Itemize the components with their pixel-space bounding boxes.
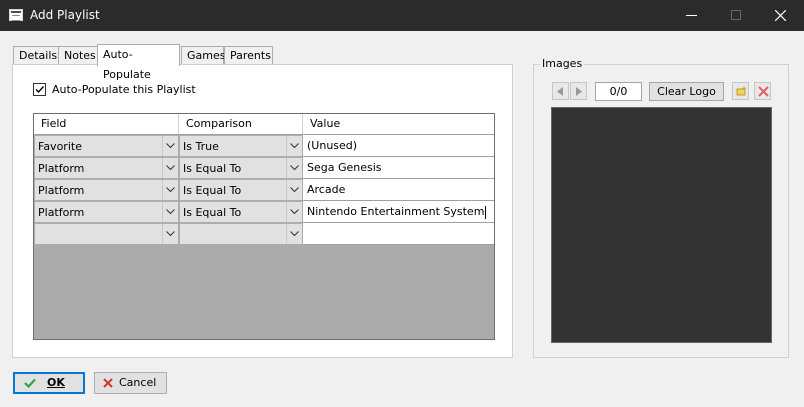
field-value: Favorite	[38, 140, 82, 153]
field-combo[interactable]: Favorite	[34, 135, 179, 157]
dropdown-button[interactable]	[286, 136, 302, 156]
delete-image-icon	[758, 86, 769, 97]
field-value: Platform	[38, 162, 85, 175]
dropdown-button[interactable]	[162, 202, 178, 222]
dropdown-button[interactable]	[286, 202, 302, 222]
tab-label: Auto-Populate	[103, 48, 151, 81]
add-image-button[interactable]	[732, 82, 749, 100]
column-header-value[interactable]: Value	[303, 114, 494, 134]
chevron-down-icon	[290, 231, 299, 237]
comparison-combo[interactable]: Is Equal To	[179, 201, 303, 223]
comparison-value: Is Equal To	[183, 184, 242, 197]
close-button[interactable]	[758, 0, 804, 31]
ok-button-label: OK	[47, 376, 65, 389]
checkmark-icon	[35, 86, 45, 94]
maximize-button[interactable]	[713, 0, 759, 31]
field-combo[interactable]: Platform	[34, 179, 179, 201]
dropdown-button[interactable]	[286, 158, 302, 178]
column-header-field[interactable]: Field	[34, 114, 179, 134]
tab-label: Games	[187, 49, 226, 62]
auto-populate-checkbox-label: Auto-Populate this Playlist	[52, 83, 196, 96]
cancel-x-icon	[103, 378, 113, 388]
image-preview	[551, 107, 772, 343]
dropdown-button[interactable]	[162, 180, 178, 200]
field-combo[interactable]: Platform	[34, 201, 179, 223]
comparison-value: Is Equal To	[183, 162, 242, 175]
tab-parents[interactable]: Parents	[224, 46, 273, 65]
chevron-down-icon	[166, 165, 175, 171]
tab-auto-populate[interactable]: Auto-Populate	[97, 44, 180, 81]
grid-row-new	[34, 223, 494, 245]
title-bar: Add Playlist	[0, 0, 804, 31]
grid-row: Platform Is Equal To Sega Genesis	[34, 157, 494, 179]
previous-image-button[interactable]	[552, 82, 569, 100]
value-cell[interactable]	[303, 223, 494, 245]
image-counter: 0/0	[595, 82, 642, 101]
comparison-value: Is Equal To	[183, 206, 242, 219]
minimize-icon	[686, 15, 697, 16]
grid-row: Platform Is Equal To Arcade	[34, 179, 494, 201]
value-edit-text: Nintendo Entertainment System	[307, 205, 485, 218]
field-combo[interactable]: Platform	[34, 157, 179, 179]
chevron-down-icon	[290, 143, 299, 149]
value-edit-cell[interactable]: Nintendo Entertainment System	[303, 201, 494, 223]
close-icon	[775, 10, 786, 21]
chevron-down-icon	[166, 209, 175, 215]
window-icon	[9, 9, 23, 21]
value-cell[interactable]: (Unused)	[303, 135, 494, 157]
maximize-icon	[731, 10, 741, 20]
chevron-down-icon	[290, 209, 299, 215]
grid-header: Field Comparison Value	[34, 114, 494, 135]
arrow-right-icon	[576, 87, 582, 96]
images-group-label: Images	[540, 57, 585, 70]
field-value: Platform	[38, 206, 85, 219]
chevron-down-icon	[290, 165, 299, 171]
chevron-down-icon	[166, 187, 175, 193]
dropdown-button[interactable]	[286, 224, 302, 244]
tab-label: Notes	[64, 49, 96, 62]
value-cell[interactable]: Sega Genesis	[303, 157, 494, 179]
criteria-grid[interactable]: Field Comparison Value Favorite Is True …	[33, 113, 495, 340]
dropdown-button[interactable]	[162, 158, 178, 178]
cancel-button-label: Cancel	[119, 376, 157, 389]
cancel-button[interactable]: Cancel	[94, 372, 167, 394]
comparison-combo[interactable]	[179, 223, 303, 245]
column-header-comparison[interactable]: Comparison	[179, 114, 303, 134]
delete-image-button[interactable]	[754, 82, 771, 100]
checkmark-icon	[24, 378, 36, 388]
comparison-combo[interactable]: Is Equal To	[179, 179, 303, 201]
tab-label: Details	[19, 49, 58, 62]
clear-logo-button[interactable]: Clear Logo	[649, 82, 724, 101]
minimize-button[interactable]	[669, 0, 715, 31]
next-image-button[interactable]	[570, 82, 587, 100]
field-combo[interactable]	[34, 223, 179, 245]
grid-row: Favorite Is True (Unused)	[34, 135, 494, 157]
dropdown-button[interactable]	[162, 224, 178, 244]
dropdown-button[interactable]	[286, 180, 302, 200]
comparison-combo[interactable]: Is True	[179, 135, 303, 157]
grid-row: Platform Is Equal To Nintendo Entertainm…	[34, 201, 494, 223]
add-image-icon	[736, 86, 747, 96]
tab-label: Parents	[230, 49, 271, 62]
tab-notes[interactable]: Notes	[58, 46, 98, 65]
dropdown-button[interactable]	[162, 136, 178, 156]
tab-games[interactable]: Games	[181, 46, 226, 65]
ok-button[interactable]: OK	[13, 372, 85, 394]
tab-details[interactable]: Details	[13, 46, 59, 65]
comparison-combo[interactable]: Is Equal To	[179, 157, 303, 179]
comparison-value: Is True	[183, 140, 219, 153]
auto-populate-checkbox[interactable]	[33, 83, 46, 96]
text-caret	[485, 205, 487, 219]
chevron-down-icon	[166, 231, 175, 237]
arrow-left-icon	[557, 87, 563, 96]
chevron-down-icon	[290, 187, 299, 193]
value-cell[interactable]: Arcade	[303, 179, 494, 201]
window-title: Add Playlist	[30, 8, 100, 22]
chevron-down-icon	[166, 143, 175, 149]
field-value: Platform	[38, 184, 85, 197]
